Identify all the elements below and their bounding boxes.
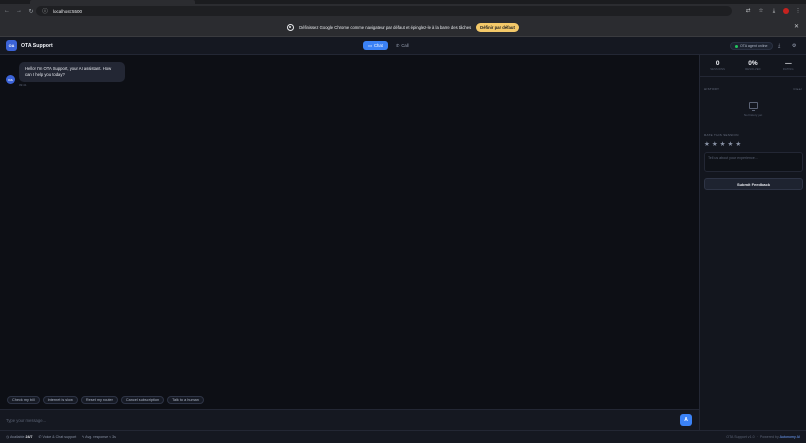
infobar-message: Définissez Google Chrome comme navigateu… <box>299 24 472 30</box>
reload-icon[interactable]: ↻ <box>26 6 36 16</box>
phone-icon: ✆ <box>38 435 42 439</box>
bot-message: OA Hello! I'm OTA Support, your AI assis… <box>6 62 125 87</box>
tab-chat-label: Chat <box>373 43 383 48</box>
agent-status-badge: OTA agent online <box>730 42 773 50</box>
bookmark-star-icon[interactable]: ☆ <box>757 7 765 15</box>
session-panel: 0 SESSIONS 0% RESOLVED — RATING HISTORY … <box>699 55 806 430</box>
quick-reply-chip[interactable]: Reset my router <box>80 396 118 404</box>
powered-prefix: Powered by <box>759 435 779 439</box>
quick-reply-chip[interactable]: Check my bill <box>7 396 40 404</box>
feedback-textarea[interactable] <box>704 152 803 172</box>
availability: ◷ Available 24/7 <box>6 435 32 439</box>
app-header: OA OTA Support ▭ Chat ✆ Call OTA agent o… <box>0 37 806 55</box>
history-empty-state: No history yet <box>700 102 806 117</box>
clock-icon: ◷ <box>6 435 10 439</box>
send-button[interactable]: A <box>680 414 692 426</box>
quick-reply-chip[interactable]: Cancel subscription <box>120 396 165 404</box>
app-title: OTA Support <box>21 42 53 49</box>
history-title: HISTORY <box>704 87 720 91</box>
tab-call[interactable]: ✆ Call <box>391 41 414 50</box>
star-icon[interactable]: ★ <box>712 141 718 148</box>
stat-value: — <box>785 60 792 67</box>
gear-icon[interactable]: ⚙ <box>792 43 796 49</box>
rate-title: RATE THIS SESSION <box>704 133 739 137</box>
star-icon[interactable]: ★ <box>735 141 741 148</box>
brand-logo: OA <box>6 40 17 51</box>
address-bar[interactable]: ⓘ localhost:5500 <box>36 6 732 16</box>
stat-label: SESSIONS <box>710 68 726 71</box>
status-dot <box>735 44 738 48</box>
availability-label: Available <box>9 435 25 439</box>
set-default-button[interactable]: Définir par défaut <box>476 22 519 32</box>
profile-avatar[interactable] <box>783 8 789 14</box>
star-icon[interactable]: ★ <box>704 141 710 148</box>
close-icon[interactable]: ✕ <box>794 23 799 30</box>
site-info-icon[interactable]: ⓘ <box>41 7 49 15</box>
avg-response-text: Avg. response < 3s <box>85 435 116 439</box>
quick-reply-chip[interactable]: Internet is slow <box>42 396 78 404</box>
back-icon[interactable]: ← <box>2 6 12 16</box>
history-header: HISTORY Clear <box>700 87 806 91</box>
chrome-logo-icon <box>287 23 295 31</box>
star-rating: ★ ★ ★ ★ ★ <box>700 141 806 148</box>
quick-replies: Check my bill Internet is slow Reset my … <box>7 396 204 404</box>
stat-label: RESOLVED <box>745 68 761 71</box>
footer-credits: OTA Support v1.0 · Powered by Autonomy A… <box>726 435 800 439</box>
channels: ✆ Voice & Chat support <box>38 435 76 439</box>
address-url[interactable]: localhost:5500 <box>53 9 82 14</box>
quick-reply-chip[interactable]: Talk to a human <box>167 396 204 404</box>
powered-brand-link[interactable]: Autonomy AI <box>780 435 800 439</box>
browser-menu-icon[interactable]: ⋮ <box>794 7 802 15</box>
status-footer: ◷ Available 24/7 ✆ Voice & Chat support … <box>0 430 806 443</box>
stat-value: 0 <box>715 60 720 67</box>
chat-bubble-icon: ▭ <box>368 43 372 48</box>
download-transcript-icon[interactable]: ⤓ <box>778 43 780 49</box>
phone-icon: ✆ <box>395 43 400 48</box>
browser-toolbar: ← → ↻ ⓘ localhost:5500 ⇄ ☆ ⤓ ⋮ <box>0 4 806 18</box>
default-browser-infobar: Définissez Google Chrome comme navigateu… <box>0 18 806 37</box>
chat-area: OA Hello! I'm OTA Support, your AI assis… <box>0 55 699 430</box>
history-clear-button[interactable]: Clear <box>793 87 802 91</box>
star-icon[interactable]: ★ <box>727 141 733 148</box>
translate-icon[interactable]: ⇄ <box>744 7 752 15</box>
availability-value: 24/7 <box>25 435 33 439</box>
mode-tabs: ▭ Chat ✆ Call <box>363 41 414 50</box>
avg-response: ϟ Avg. response < 3s <box>82 435 116 439</box>
version-text: OTA Support v1.0 <box>726 435 755 439</box>
download-icon[interactable]: ⤓ <box>770 7 778 15</box>
submit-feedback-button[interactable]: Submit Feedback <box>704 178 803 190</box>
message-bubble: Hello! I'm OTA Support, your AI assistan… <box>19 62 125 82</box>
brand: OA OTA Support <box>6 40 53 51</box>
stats-row: 0 SESSIONS 0% RESOLVED — RATING <box>700 55 806 77</box>
star-icon[interactable]: ★ <box>720 141 726 148</box>
agent-status-text: OTA agent online <box>740 44 768 48</box>
bot-avatar: OA <box>6 75 15 84</box>
stat-value: 0% <box>748 60 758 67</box>
monitor-icon <box>748 102 758 111</box>
stat-resolved: 0% RESOLVED <box>735 55 770 76</box>
message-input[interactable] <box>6 414 668 426</box>
tab-chat[interactable]: ▭ Chat <box>363 41 388 50</box>
tab-call-label: Call <box>401 43 409 48</box>
composer: A <box>0 409 699 430</box>
channels-text: Voice & Chat support <box>42 435 77 439</box>
message-time: 09:41 <box>19 83 27 87</box>
forward-icon[interactable]: → <box>14 6 24 16</box>
stat-label: RATING <box>782 68 794 71</box>
stat-rating: — RATING <box>771 55 806 76</box>
history-empty-text: No history yet <box>743 113 763 117</box>
bolt-icon: ϟ <box>82 435 85 439</box>
stat-sessions: 0 SESSIONS <box>700 55 735 76</box>
